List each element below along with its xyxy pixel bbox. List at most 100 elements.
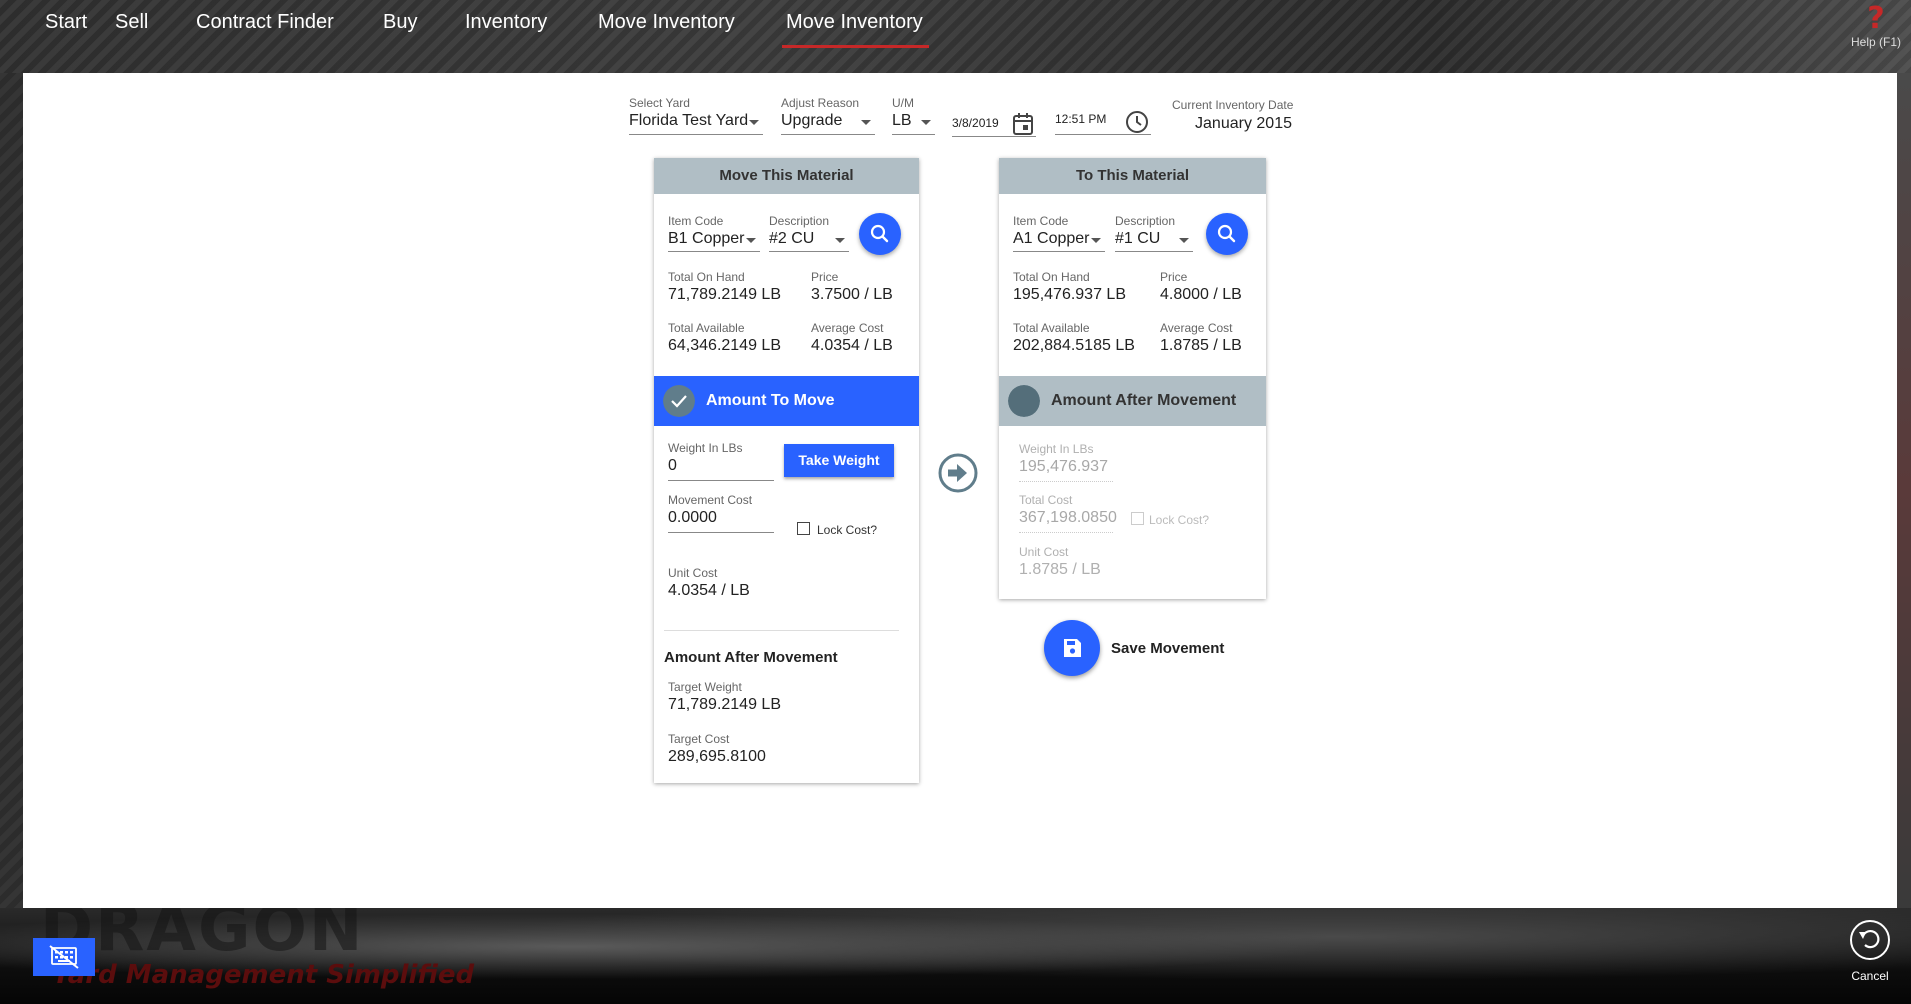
target-weight-value: 71,789.2149 LB <box>668 696 781 713</box>
average-cost-label: Average Cost <box>1160 321 1233 335</box>
help-label: Help (F1) <box>1850 35 1901 49</box>
cancel-label: Cancel <box>1851 969 1889 983</box>
price-label: Price <box>1160 270 1188 284</box>
nav-buy[interactable]: Buy <box>383 11 417 34</box>
target-cost: Target Cost 289,695.8100 <box>668 732 766 766</box>
cancel-button[interactable]: Cancel <box>1840 918 1900 983</box>
floppy-disk-icon <box>1064 639 1081 657</box>
description-label: Description <box>1115 214 1176 228</box>
amount-to-move-header: Amount To Move <box>654 376 919 426</box>
amount-after-movement-title: Amount After Movement <box>1051 392 1237 409</box>
lock-cost-checkbox[interactable] <box>797 522 810 535</box>
to-this-material-card: To This Material Item Code A1 Copper Des… <box>999 158 1266 599</box>
price-label: Price <box>811 270 839 284</box>
weight-field[interactable]: Weight In LBs 0 <box>668 441 774 481</box>
adjust-reason-value: Upgrade <box>781 112 843 129</box>
total-available-label: Total Available <box>1013 321 1090 335</box>
target-cost-label: Target Cost <box>668 732 730 746</box>
average-cost: Average Cost 1.8785 / LB <box>1160 321 1242 355</box>
take-weight-button[interactable]: Take Weight <box>784 444 894 477</box>
check-circle-icon <box>663 385 695 417</box>
select-yard-dropdown[interactable]: Florida Test Yard <box>629 110 763 135</box>
average-cost: Average Cost 4.0354 / LB <box>811 321 893 355</box>
nav-start[interactable]: Start <box>45 11 87 34</box>
save-movement-button[interactable] <box>1044 620 1100 676</box>
item-code-value: A1 Copper <box>1013 230 1090 247</box>
unit-cost: Unit Cost 1.8785 / LB <box>1019 545 1101 579</box>
price-value: 4.8000 / LB <box>1160 286 1242 303</box>
price: Price 3.7500 / LB <box>811 270 893 304</box>
item-code-field[interactable]: Item Code B1 Copper <box>668 214 760 252</box>
um-field[interactable]: U/M LB <box>892 96 935 135</box>
lock-cost-label: Lock Cost? <box>1149 513 1210 527</box>
inventory-date-value: January 2015 <box>1195 115 1292 132</box>
time-value: 12:51 PM <box>1055 112 1107 126</box>
save-movement-label[interactable]: Save Movement <box>1111 640 1224 657</box>
description-field[interactable]: Description #2 CU <box>769 214 849 252</box>
amount-after-movement-heading: Amount After Movement <box>664 649 838 666</box>
description-dropdown[interactable]: #1 CU <box>1115 228 1193 252</box>
card-title: Move This Material <box>654 158 919 194</box>
total-on-hand-label: Total On Hand <box>1013 270 1090 284</box>
movement-cost-label: Movement Cost <box>668 493 753 507</box>
adjust-reason-label: Adjust Reason <box>781 96 860 110</box>
search-button[interactable] <box>859 213 901 255</box>
unit-cost-label: Unit Cost <box>668 566 718 580</box>
inventory-date-label: Current Inventory Date <box>1172 98 1294 112</box>
total-available-label: Total Available <box>668 321 745 335</box>
nav-sell[interactable]: Sell <box>115 11 148 34</box>
item-code-field[interactable]: Item Code A1 Copper <box>1013 214 1105 252</box>
keyboard-toggle-button[interactable] <box>33 938 95 976</box>
adjust-reason-field[interactable]: Adjust Reason Upgrade <box>781 96 875 135</box>
item-code-dropdown[interactable]: A1 Copper <box>1013 228 1105 252</box>
total-cost-field: Total Cost 367,198.0850 <box>1019 493 1117 533</box>
current-inventory-date: Current Inventory Date January 2015 <box>1172 98 1294 133</box>
total-available-value: 202,884.5185 LB <box>1013 337 1135 354</box>
description-dropdown[interactable]: #2 CU <box>769 228 849 252</box>
nav-move-inventory[interactable]: Move Inventory <box>598 11 735 34</box>
total-on-hand-value: 195,476.937 LB <box>1013 286 1126 303</box>
target-weight-label: Target Weight <box>668 680 742 694</box>
clock-icon[interactable] <box>1125 110 1149 134</box>
search-icon <box>1217 224 1236 243</box>
select-yard-field[interactable]: Select Yard Florida Test Yard <box>629 96 763 135</box>
price: Price 4.8000 / LB <box>1160 270 1242 304</box>
um-dropdown[interactable]: LB <box>892 110 935 135</box>
movement-cost-input[interactable]: 0.0000 <box>668 507 774 533</box>
search-icon <box>870 224 889 243</box>
total-on-hand-label: Total On Hand <box>668 270 745 284</box>
unit-cost-value: 4.0354 / LB <box>668 582 750 599</box>
nav-inventory[interactable]: Inventory <box>465 11 547 34</box>
average-cost-label: Average Cost <box>811 321 884 335</box>
weight-input[interactable]: 0 <box>668 455 774 481</box>
chevron-down-icon <box>835 238 845 243</box>
item-code-value: B1 Copper <box>668 230 745 247</box>
search-button[interactable] <box>1206 213 1248 255</box>
help-icon: ? <box>1867 1 1885 36</box>
weight-input: 195,476.937 <box>1019 456 1113 482</box>
time-field[interactable]: 12:51 PM <box>1055 110 1151 135</box>
status-circle-icon <box>1008 385 1040 417</box>
nav-move-inventory-active[interactable]: Move Inventory <box>786 11 923 34</box>
price-value: 3.7500 / LB <box>811 286 893 303</box>
amount-to-move-title: Amount To Move <box>706 392 835 409</box>
target-cost-value: 289,695.8100 <box>668 748 766 765</box>
select-yard-value: Florida Test Yard <box>629 112 749 129</box>
movement-cost-field[interactable]: Movement Cost 0.0000 <box>668 493 774 533</box>
help-button[interactable]: ? Help (F1) <box>1846 1 1906 50</box>
weight-field: Weight In LBs 195,476.937 <box>1019 442 1113 482</box>
nav-contract-finder[interactable]: Contract Finder <box>196 11 334 34</box>
target-weight: Target Weight 71,789.2149 LB <box>668 680 781 714</box>
date-field[interactable]: 3/8/2019 <box>952 112 1036 137</box>
calendar-icon[interactable] <box>1012 112 1034 136</box>
description-field[interactable]: Description #1 CU <box>1115 214 1193 252</box>
total-cost-label: Total Cost <box>1019 493 1073 507</box>
chevron-down-icon <box>921 120 931 125</box>
adjust-reason-dropdown[interactable]: Upgrade <box>781 110 875 135</box>
keyboard-hide-icon <box>49 945 79 969</box>
unit-cost-label: Unit Cost <box>1019 545 1069 559</box>
item-code-label: Item Code <box>668 214 724 228</box>
date-value: 3/8/2019 <box>952 116 999 130</box>
item-code-dropdown[interactable]: B1 Copper <box>668 228 760 252</box>
arrow-right-circle-icon <box>938 453 978 493</box>
